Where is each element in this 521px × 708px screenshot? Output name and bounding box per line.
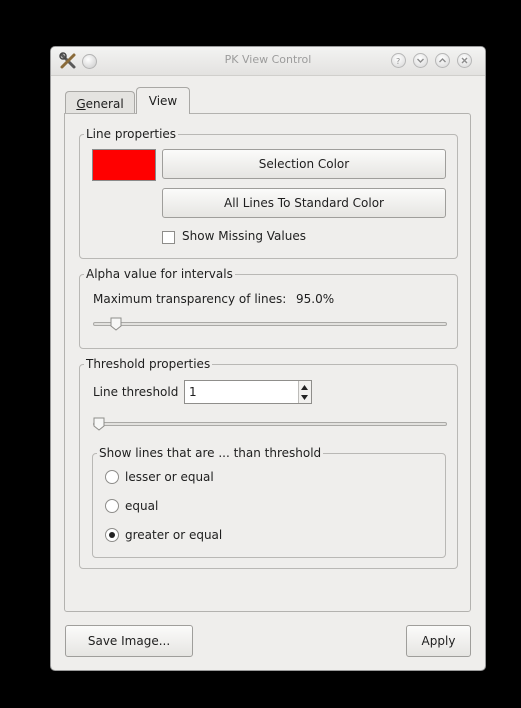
- alpha-value: 95.0%: [296, 292, 335, 306]
- threshold-slider-track[interactable]: [93, 422, 447, 426]
- spin-buttons: [298, 381, 311, 403]
- alpha-slider-track[interactable]: [93, 322, 447, 326]
- tab-general-label: eneral: [85, 97, 124, 111]
- radio-equal[interactable]: [105, 499, 119, 513]
- apply-button[interactable]: Apply: [406, 625, 471, 657]
- dialog-window: PK View Control ? General View Line prop…: [50, 46, 486, 671]
- show-lines-title: Show lines that are ... than threshold: [97, 446, 324, 460]
- tab-general-mnemonic: G: [76, 97, 86, 111]
- selection-color-label: Selection Color: [258, 157, 350, 171]
- svg-text:?: ?: [396, 57, 400, 65]
- radio-greater-or-equal[interactable]: [105, 528, 119, 542]
- threshold-slider-handle[interactable]: [93, 417, 105, 431]
- radio-greater-or-equal-label[interactable]: greater or equal: [125, 528, 222, 542]
- spin-up-icon[interactable]: [301, 385, 308, 390]
- standard-color-button[interactable]: All Lines To Standard Color: [162, 188, 446, 218]
- alpha-label: Maximum transparency of lines:: [93, 292, 287, 306]
- line-properties-title: Line properties: [84, 127, 179, 141]
- line-properties-group: Line properties Selection Color All Line…: [79, 127, 458, 259]
- threshold-value[interactable]: 1: [189, 385, 197, 399]
- threshold-group: Threshold properties Line threshold 1 Sh…: [79, 357, 458, 569]
- title-bar[interactable]: PK View Control ?: [51, 47, 485, 76]
- close-icon[interactable]: [457, 53, 472, 68]
- help-icon[interactable]: ?: [391, 53, 406, 68]
- show-missing-checkbox[interactable]: [162, 231, 175, 244]
- tab-view-label: View: [148, 94, 178, 108]
- save-image-label: Save Image...: [87, 634, 171, 648]
- save-image-button[interactable]: Save Image...: [65, 625, 193, 657]
- threshold-spinbox[interactable]: 1: [184, 380, 312, 404]
- tab-view[interactable]: View: [136, 87, 190, 114]
- spin-down-icon[interactable]: [301, 395, 308, 400]
- radio-equal-label[interactable]: equal: [125, 499, 158, 513]
- show-missing-label[interactable]: Show Missing Values: [182, 229, 306, 243]
- standard-color-label: All Lines To Standard Color: [224, 196, 384, 210]
- selection-color-button[interactable]: Selection Color: [162, 149, 446, 179]
- tab-general[interactable]: General: [65, 91, 135, 113]
- show-lines-group: Show lines that are ... than threshold l…: [92, 446, 446, 558]
- color-swatch[interactable]: [92, 149, 156, 181]
- alpha-title: Alpha value for intervals: [84, 267, 235, 281]
- minimize-icon[interactable]: [413, 53, 428, 68]
- apply-label: Apply: [421, 634, 456, 648]
- maximize-icon[interactable]: [435, 53, 450, 68]
- line-threshold-label: Line threshold: [93, 385, 179, 399]
- alpha-group: Alpha value for intervals Maximum transp…: [79, 267, 458, 349]
- threshold-title: Threshold properties: [84, 357, 213, 371]
- tab-pane-view: Line properties Selection Color All Line…: [64, 113, 471, 612]
- radio-lesser-or-equal[interactable]: [105, 470, 119, 484]
- radio-lesser-or-equal-label[interactable]: lesser or equal: [125, 470, 214, 484]
- alpha-slider-handle[interactable]: [110, 317, 122, 331]
